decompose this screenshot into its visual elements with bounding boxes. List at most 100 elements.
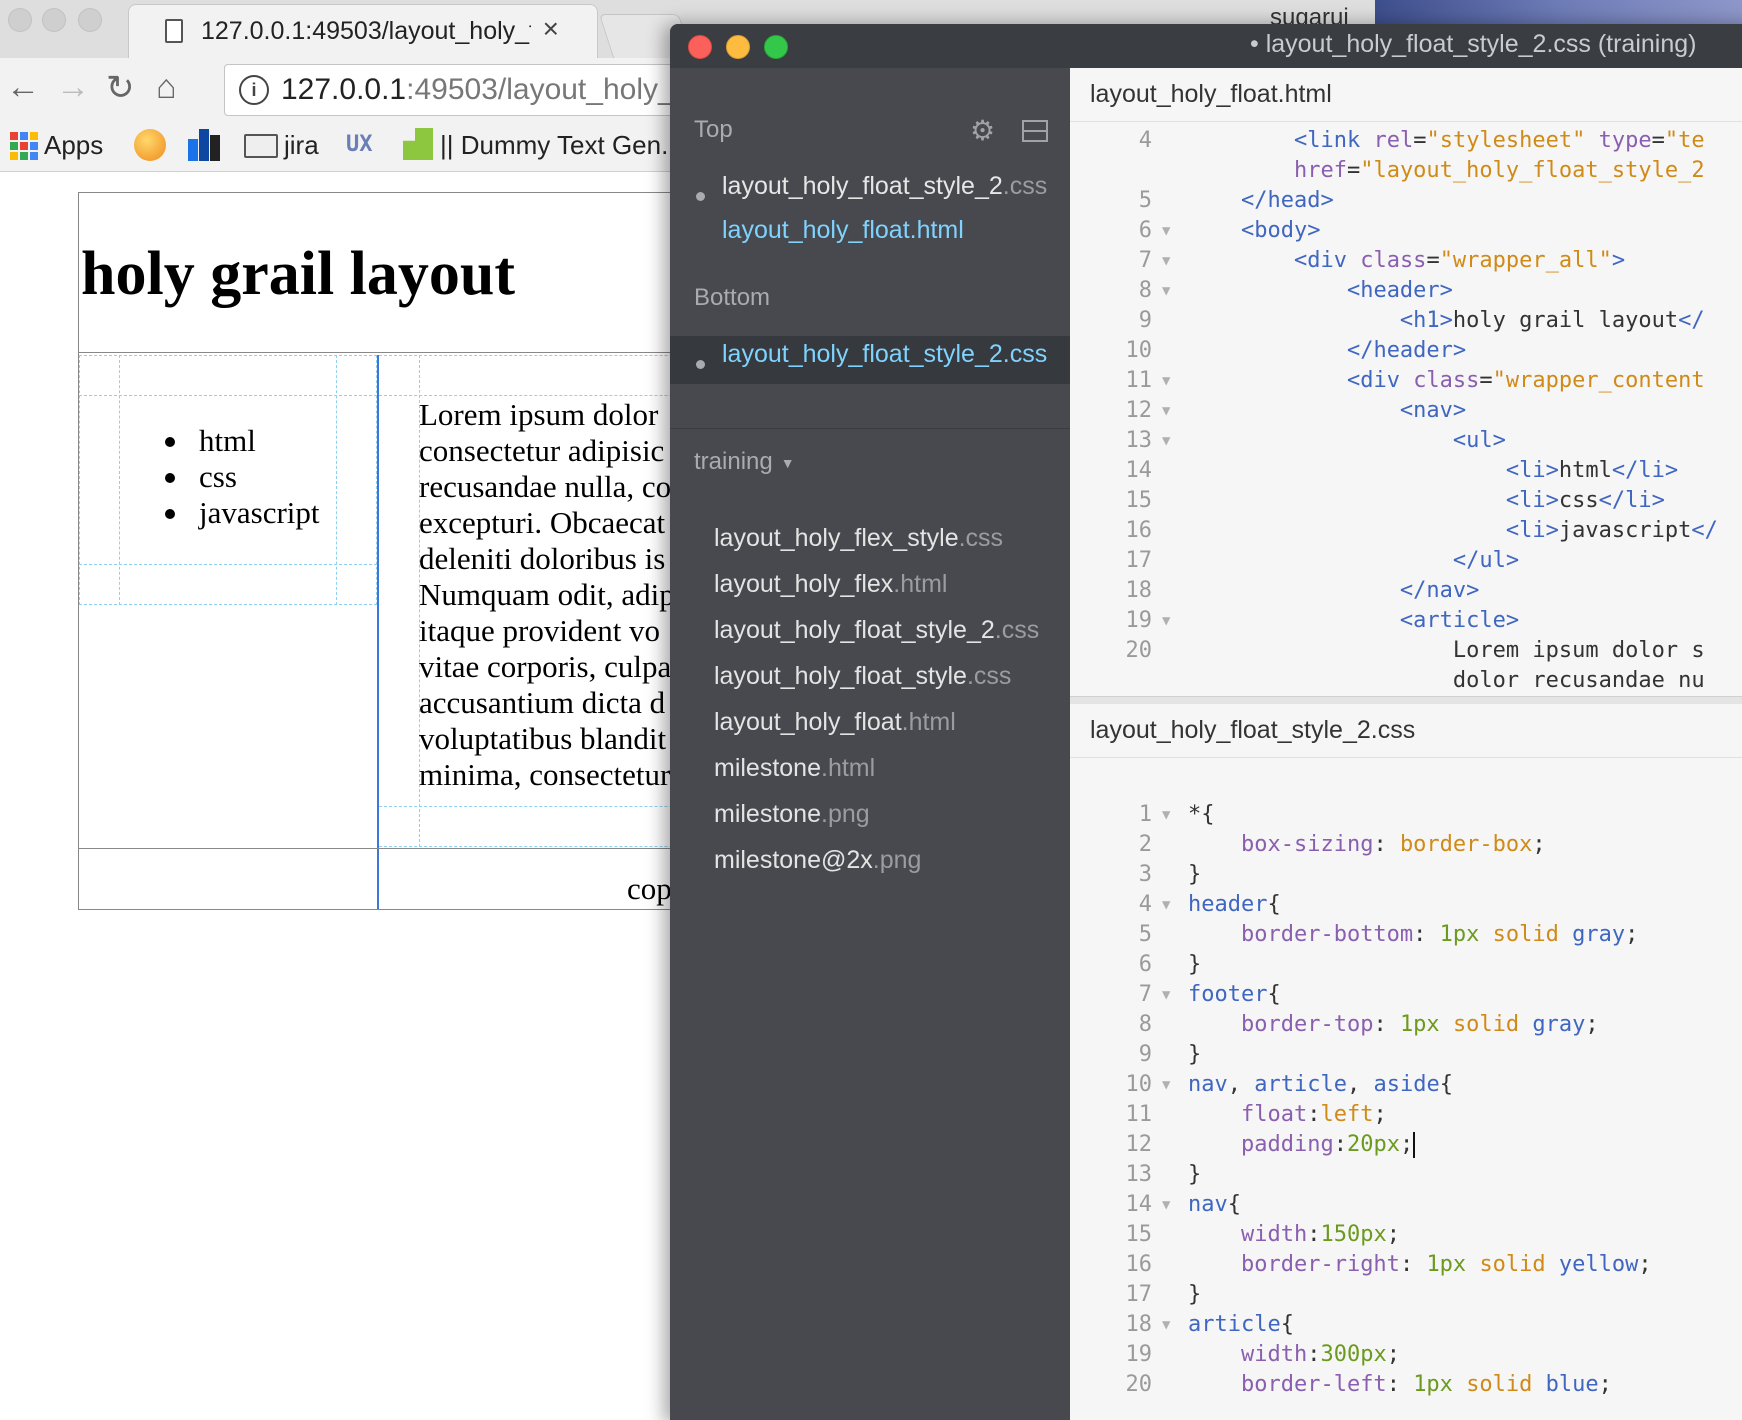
top-file-item[interactable]: layout_holy_float.html [722, 216, 964, 245]
editor-zoom-button[interactable] [764, 35, 788, 59]
code-token: solid [1452, 1012, 1520, 1037]
bottom-file-item[interactable]: layout_holy_float_style_2.css [722, 340, 1047, 369]
code-token: > [1611, 248, 1626, 273]
tab-close-icon[interactable]: × [543, 13, 559, 45]
editor-close-button[interactable] [688, 35, 712, 59]
code-token: { [1267, 982, 1281, 1007]
code-text: } [1188, 860, 1201, 890]
file-ext: .html [901, 708, 956, 736]
code-text: </header> [1188, 336, 1466, 366]
browser-minimize-button[interactable] [42, 8, 66, 32]
home-icon[interactable]: ⌂ [156, 68, 177, 107]
code-token: 300px [1320, 1342, 1387, 1367]
code-token: </ul> [1452, 548, 1520, 573]
project-file-item[interactable]: milestone.png [714, 800, 870, 829]
code-token: <div [1293, 248, 1361, 273]
line-number: 10 [1125, 1072, 1153, 1097]
top-pane-filename: layout_holy_float.html [1090, 80, 1332, 108]
code-token: article [1254, 1072, 1347, 1097]
line-number: 16 [1125, 518, 1153, 543]
project-dropdown[interactable]: training ▼ [694, 448, 795, 476]
gear-icon[interactable]: ⚙ [970, 114, 995, 147]
code-token: </header> [1346, 338, 1467, 363]
file-name: layout_holy_flex [714, 570, 894, 598]
project-file-item[interactable]: layout_holy_flex_style.css [714, 524, 1003, 553]
code-token: "wrapper_content [1492, 368, 1705, 393]
code-token: ; [1386, 1342, 1400, 1367]
code-line: 16 <li>javascript</ [1070, 516, 1742, 546]
line-number: 5 [1138, 922, 1152, 947]
bookmark-apps[interactable]: Apps [44, 130, 103, 161]
code-text: } [1188, 950, 1201, 980]
reload-icon[interactable]: ↻ [106, 68, 135, 108]
code-text: href="layout_holy_float_style_2 [1188, 156, 1705, 186]
top-code-pane[interactable]: 4 <link rel="stylesheet" type="te href="… [1070, 122, 1742, 696]
unsaved-dot-icon [696, 192, 705, 201]
code-token: footer [1188, 982, 1268, 1007]
code-line: 1 ▼ *{ [1070, 800, 1742, 830]
forward-arrow-icon[interactable]: → [56, 68, 90, 107]
fold-triangle-icon[interactable]: ▼ [1162, 276, 1170, 306]
fold-triangle-icon[interactable]: ▼ [1162, 1190, 1170, 1220]
fold-triangle-icon[interactable]: ▼ [1162, 890, 1170, 920]
line-number: 8 [1138, 1012, 1152, 1037]
code-token: { [1439, 1072, 1453, 1097]
fold-triangle-icon[interactable]: ▼ [1162, 1310, 1170, 1340]
fold-triangle-icon[interactable]: ▼ [1162, 216, 1170, 246]
split-view-icon[interactable] [1022, 120, 1048, 142]
code-line: 15 width:150px; [1070, 1220, 1742, 1250]
fold-triangle-icon[interactable]: ▼ [1162, 1070, 1170, 1100]
fold-triangle-icon[interactable]: ▼ [1162, 606, 1170, 636]
bookmark-ux-icon[interactable]: UX [346, 132, 373, 157]
code-token: <li> [1505, 488, 1559, 513]
project-file-item[interactable]: layout_holy_float_style_2.css [714, 616, 1039, 645]
project-file-item[interactable]: layout_holy_float.html [714, 708, 956, 737]
code-line: 4 ▼ header{ [1070, 890, 1742, 920]
project-file-item[interactable]: milestone@2x.png [714, 846, 921, 875]
folder-icon[interactable] [244, 134, 278, 158]
top-file-item[interactable]: layout_holy_float_style_2.css [722, 172, 1047, 201]
code-line: 3} [1070, 860, 1742, 890]
browser-zoom-button[interactable] [78, 8, 102, 32]
bookmark-dummy-text-icon[interactable] [403, 128, 433, 160]
info-icon[interactable]: i [239, 75, 269, 105]
bottom-code-pane[interactable]: 1 ▼ *{2 box-sizing: border-box; 3} 4 ▼ header{… [1070, 758, 1742, 1420]
editor-minimize-button[interactable] [726, 35, 750, 59]
browser-tab[interactable]: 127.0.0.1:49503/layout_holy_fl × [128, 4, 598, 58]
top-pane-header[interactable]: layout_holy_float.html [1070, 68, 1742, 122]
editor-titlebar[interactable]: • layout_holy_float_style_2.css (trainin… [670, 24, 1742, 68]
fold-triangle-icon[interactable]: ▼ [1162, 396, 1170, 426]
pane-splitter[interactable] [1070, 696, 1742, 704]
project-file-item[interactable]: layout_holy_float_style.css [714, 662, 1011, 691]
fold-triangle-icon[interactable]: ▼ [1162, 366, 1170, 396]
bookmark-bars-icon[interactable] [188, 129, 222, 161]
bookmark-smile-icon[interactable] [134, 129, 166, 161]
fold-triangle-icon[interactable]: ▼ [1162, 426, 1170, 456]
fold-triangle-icon[interactable]: ▼ [1162, 980, 1170, 1010]
project-file-item[interactable]: layout_holy_flex.html [714, 570, 947, 599]
bookmark-dummy-text[interactable]: || Dummy Text Gen. [440, 130, 668, 161]
line-number: 12 [1125, 1132, 1153, 1157]
bottom-pane-header[interactable]: layout_holy_float_style_2.css [1070, 704, 1742, 758]
code-line: 15 <li>css</li> [1070, 486, 1742, 516]
code-token: float [1240, 1102, 1308, 1127]
apps-grid-icon[interactable] [10, 132, 38, 160]
fold-triangle-icon[interactable]: ▼ [1162, 800, 1170, 830]
file-name: layout_holy_float_style_2 [722, 172, 1003, 200]
back-arrow-icon[interactable]: ← [6, 68, 40, 107]
browser-close-button[interactable] [8, 8, 32, 32]
fold-triangle-icon[interactable]: ▼ [1162, 246, 1170, 276]
project-file-item[interactable]: milestone.html [714, 754, 875, 783]
code-token: box-sizing [1240, 832, 1374, 857]
code-token: } [1188, 1042, 1202, 1067]
bookmark-jira[interactable]: jira [284, 130, 319, 161]
